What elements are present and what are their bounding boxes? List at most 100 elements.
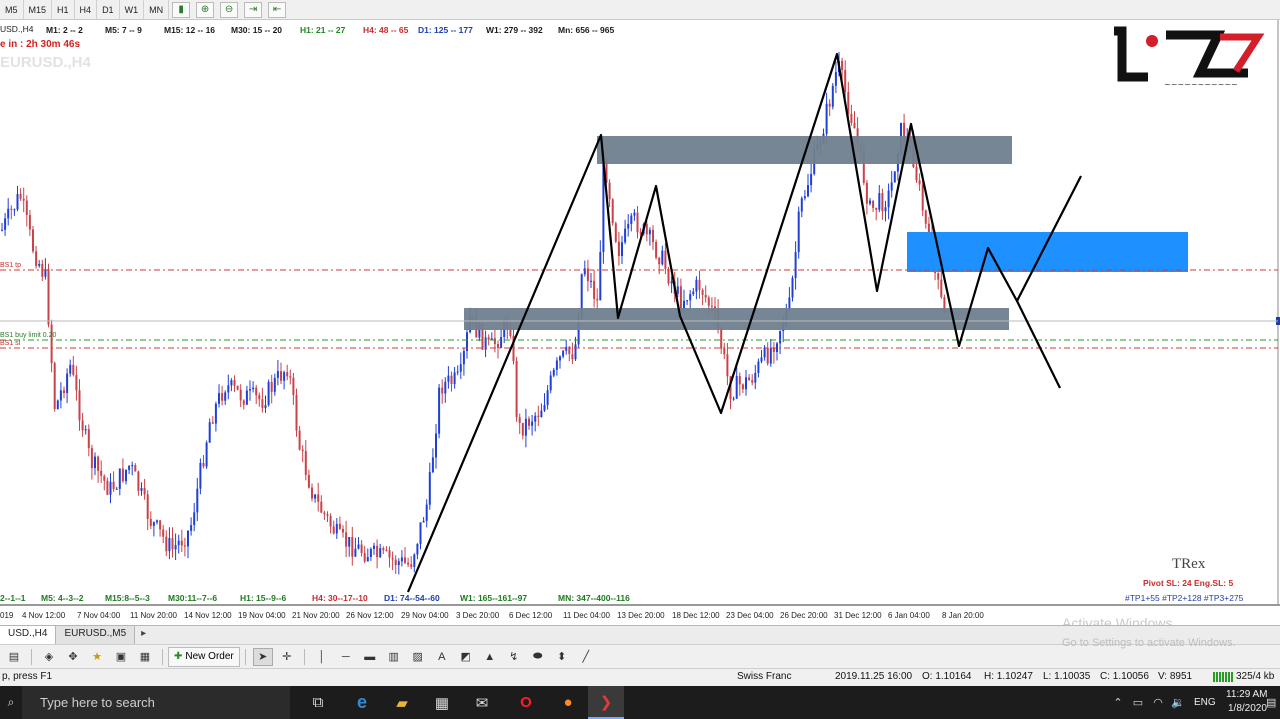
demand-zone[interactable] [907,232,1188,272]
candle [555,357,558,376]
navigator-icon[interactable]: ◈ [39,648,59,666]
anydesk-icon[interactable]: ❯ [588,686,624,719]
timeframe-w1[interactable]: W1 [120,0,145,20]
channel-icon[interactable]: ▥ [384,648,404,666]
ellipse-icon[interactable]: ⬬ [528,648,548,666]
price-chart[interactable]: USD.,H4 e in : 2h 30m 46s EURUSD.,H4 M1:… [0,20,1280,631]
taskbar-date[interactable]: 1/8/2020 [1228,703,1267,714]
projection-line[interactable] [1016,300,1061,389]
mtf-count-bottom: M5: 4--3--2 [41,593,84,603]
time-axis-label: 6 Dec 12:00 [509,611,553,620]
candle [202,455,205,469]
separator [162,648,163,665]
candle [422,516,425,523]
new-chart-icon[interactable]: ▤ [4,648,24,666]
timeframe-m5[interactable]: M5 [0,0,24,20]
rectangle-icon[interactable]: ▬ [360,648,380,666]
chart-tab[interactable]: USD.,H4 [0,626,57,644]
candle [732,396,735,401]
network-icon[interactable]: ▭ [1128,686,1148,719]
trex-title: TRex [1172,556,1206,572]
taskbar-time[interactable]: 11:29 AM [1226,689,1268,700]
triangle-icon[interactable]: ▲ [480,648,500,666]
candle [162,524,165,544]
fibonacci-icon[interactable]: ▨ [408,648,428,666]
candle [53,361,56,412]
chart-tab[interactable]: EURUSD.,M5 [56,626,136,644]
support-zone[interactable] [464,308,1009,330]
candle [363,545,366,564]
candle [884,200,887,222]
activation-subtitle: Go to Settings to activate Windows. [1062,637,1236,649]
candle [121,458,124,483]
timeframe-d1[interactable]: D1 [97,0,120,20]
volume-icon[interactable]: 🔉 [1168,686,1188,719]
time-axis-label: 26 Nov 12:00 [346,611,394,620]
candle [196,478,199,522]
vertical-line-icon[interactable]: │ [312,648,332,666]
candle [599,240,602,301]
autoscroll-icon[interactable]: ⇥ [244,1,263,18]
candle [828,99,831,117]
chart-shift-icon[interactable]: ⇤ [268,1,287,18]
task-view-icon[interactable]: ⧉ [300,686,336,719]
symbol-label: USD.,H4 [0,24,34,34]
search-icon[interactable]: ⌕ [0,686,22,719]
candle [683,289,685,312]
candle [428,462,431,510]
trex-pivot: Pivot SL: 24 Eng.SL: 5 [1143,578,1234,588]
candle [199,458,202,495]
crosshair-move-icon[interactable]: ✥ [63,648,83,666]
edge-icon[interactable]: e [344,686,380,719]
trendline-icon[interactable]: ╱ [576,648,596,666]
arrow-icon[interactable]: ↯ [504,648,524,666]
candle [586,259,589,292]
label-icon[interactable]: ◩ [456,648,476,666]
new-order-button[interactable]: ✚ New Order [168,646,240,667]
candle [245,385,248,406]
time-axis-label: 019 [0,611,14,620]
firefox-icon[interactable]: ● [550,686,586,719]
file-explorer-icon[interactable]: ▰ [384,686,420,719]
chart-bar-icon[interactable]: ▮ [172,1,191,18]
wifi-icon[interactable]: ◠ [1148,686,1168,719]
candle [94,452,96,476]
timeframe-h4[interactable]: H4 [75,0,98,20]
candle [385,546,388,552]
mail-icon[interactable]: ✉ [464,686,500,719]
candle [301,445,304,463]
text-icon[interactable]: A [432,648,452,666]
timeframe-h1[interactable]: H1 [52,0,75,20]
candle [190,517,193,536]
candle [348,536,351,557]
candle [583,260,586,277]
notification-icon[interactable]: ▤ [1266,696,1276,709]
candle [760,349,763,364]
candle [329,513,332,534]
resistance-zone[interactable] [597,136,1012,164]
system-tray-chevron-icon[interactable]: ⌃ [1108,686,1128,719]
marker-icon[interactable]: ⬍ [552,648,572,666]
candle [382,546,385,555]
taskbar-search-box[interactable]: Type here to search [22,686,290,719]
zoom-in-icon[interactable]: ⊕ [196,1,215,18]
candle [723,342,726,360]
taskbar-language[interactable]: ENG [1194,697,1216,708]
candle [552,367,555,378]
crosshair-icon[interactable]: ✛ [277,648,297,666]
timeframe-mn[interactable]: MN [144,0,170,20]
candle [298,425,301,451]
candle [425,499,428,528]
tabs-scroll-right-icon[interactable]: ▸ [135,626,152,644]
terminal-icon[interactable]: ▦ [135,648,155,666]
favorites-icon[interactable]: ★ [87,648,107,666]
cursor-icon[interactable]: ➤ [252,647,273,666]
horizontal-line-icon[interactable]: ─ [336,648,356,666]
zoom-out-icon[interactable]: ⊖ [220,1,239,18]
data-window-icon[interactable]: ▣ [111,648,131,666]
mtf-count-top: H1: 21 -- 27 [300,25,346,35]
opera-icon[interactable]: O [508,686,544,719]
timeframe-m15[interactable]: M15 [24,0,53,20]
candle [280,362,282,385]
store-icon[interactable]: ▦ [424,686,460,719]
